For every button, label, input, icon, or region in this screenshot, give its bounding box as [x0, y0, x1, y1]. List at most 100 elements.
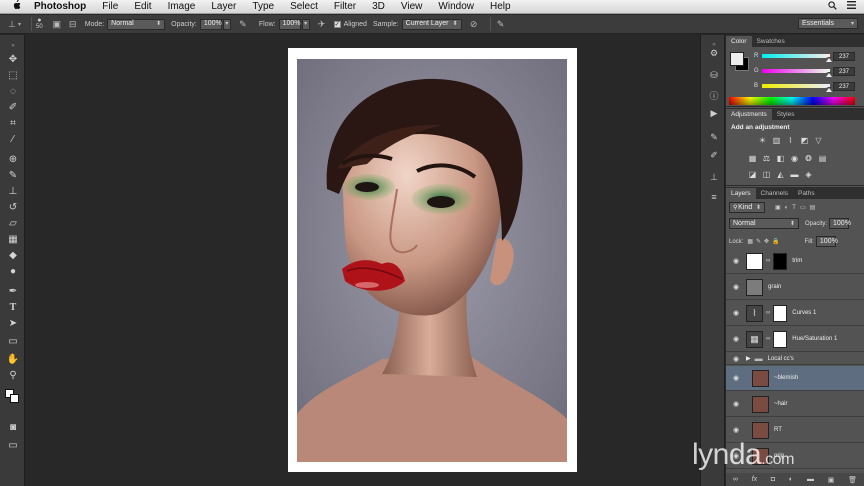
rectangle-tool-icon[interactable]: ▭	[5, 335, 21, 348]
levels-icon[interactable]: ▥	[772, 136, 781, 145]
tab-paths[interactable]: Paths	[793, 188, 820, 199]
black-white-icon[interactable]: ◧	[776, 154, 785, 163]
menu-edit[interactable]: Edit	[126, 0, 159, 14]
link-layers-icon[interactable]: ∞	[733, 476, 738, 483]
layer-row[interactable]: ◉ ∞ trim	[726, 249, 864, 274]
foreground-color-swatch[interactable]	[730, 52, 744, 66]
mode-select[interactable]: Normal ⬍	[107, 18, 166, 30]
blue-channel-value[interactable]: 237	[833, 81, 855, 91]
brush-size-picker[interactable]: ● 50	[36, 17, 43, 31]
flow-input[interactable]: 100%	[278, 18, 301, 30]
menu-3d[interactable]: 3D	[364, 0, 393, 14]
clone-source-icon[interactable]: ⊥	[707, 171, 721, 183]
tab-adjustments[interactable]: Adjustments	[726, 109, 772, 120]
blur-tool-icon[interactable]: ◆	[5, 249, 21, 262]
blue-channel-slider[interactable]	[762, 84, 833, 92]
ignore-adjustment-layers-icon[interactable]: ⊘	[468, 18, 480, 30]
layer-filter-select[interactable]: ⚲ Kind ⬍	[729, 202, 765, 213]
dodge-tool-icon[interactable]: ●	[5, 265, 21, 278]
color-spectrum-ramp[interactable]	[729, 97, 855, 105]
filter-type-icons[interactable]: ▣◐T▭▤	[775, 204, 819, 211]
layer-row[interactable]: ◉ ⌇ ∞ Curves 1	[726, 301, 864, 326]
green-channel-value[interactable]: 237	[833, 66, 855, 76]
layer-row[interactable]: ◉ grain	[726, 275, 864, 300]
visibility-eye-icon[interactable]: ◉	[730, 257, 742, 265]
actions-play-icon[interactable]: ▶	[707, 107, 721, 119]
layer-row-selected[interactable]: ◉ ~blemish	[726, 366, 864, 391]
visibility-eye-icon[interactable]: ◉	[730, 426, 742, 434]
brightness-contrast-icon[interactable]: ☀	[758, 136, 767, 145]
slider-thumb-icon[interactable]	[826, 87, 833, 92]
spotlight-search-icon[interactable]	[828, 0, 837, 13]
eyedropper-tool-icon[interactable]: ⁄	[5, 133, 21, 146]
healing-brush-tool-icon[interactable]: ⊕	[5, 153, 21, 166]
layer-mask-thumbnail[interactable]	[773, 330, 788, 348]
tool-presets-icon[interactable]: ⚙	[707, 47, 721, 59]
visibility-eye-icon[interactable]: ◉	[730, 309, 742, 317]
slider-thumb-icon[interactable]	[826, 57, 833, 62]
swap-colors-icon[interactable]	[5, 389, 21, 403]
visibility-eye-icon[interactable]: ◉	[730, 335, 742, 343]
green-channel-slider[interactable]	[762, 69, 833, 77]
fx-icon[interactable]: fx	[752, 476, 757, 483]
tab-swatches[interactable]: Swatches	[752, 36, 790, 47]
layer-row[interactable]: ◉ ~hair	[726, 392, 864, 417]
menu-select[interactable]: Select	[282, 0, 326, 14]
layer-group-row[interactable]: ◉ ▶ ▬ Local cc's	[726, 353, 864, 365]
quick-mask-icon[interactable]: ◙	[5, 421, 21, 434]
clone-source-panel-icon[interactable]: ⊟	[67, 18, 79, 30]
red-channel-slider[interactable]	[762, 54, 833, 62]
selective-color-icon[interactable]: ◈	[804, 170, 813, 179]
new-group-icon[interactable]: ▬	[807, 476, 814, 483]
blend-mode-select[interactable]: Normal ⬍	[729, 218, 799, 229]
pressure-size-icon[interactable]: ✎	[495, 18, 507, 30]
trash-icon[interactable]: 🗑	[848, 476, 857, 484]
path-selection-tool-icon[interactable]: ➤	[5, 317, 21, 330]
hand-tool-icon[interactable]: ✋	[5, 353, 21, 366]
new-adjustment-icon[interactable]: ◐	[789, 476, 793, 483]
fill-input[interactable]: 100%	[815, 236, 838, 247]
airbrush-icon[interactable]: ✈	[316, 18, 328, 30]
sample-select[interactable]: Current Layer ⬍	[401, 18, 462, 30]
brush-tool-icon[interactable]: ✎	[5, 169, 21, 182]
slider-thumb-icon[interactable]	[826, 72, 833, 77]
layer-row[interactable]: ◉ ▦ ∞ Hue/Saturation 1	[726, 327, 864, 352]
posterize-icon[interactable]: ◫	[762, 170, 771, 179]
opacity-slider-toggle[interactable]: ▾	[222, 18, 231, 30]
invert-icon[interactable]: ◪	[748, 170, 757, 179]
menu-filter[interactable]: Filter	[326, 0, 364, 14]
character-panel-icon[interactable]: ≡	[707, 191, 721, 203]
screen-mode-icon[interactable]: ▭	[5, 439, 21, 452]
tab-channels[interactable]: Channels	[756, 188, 793, 199]
zoom-tool-icon[interactable]: ⚲	[5, 369, 21, 382]
aligned-checkbox[interactable]: ✓ Aligned	[333, 20, 367, 28]
disclosure-triangle-icon[interactable]: ▶	[746, 355, 751, 362]
pressure-opacity-icon[interactable]: ✎	[237, 18, 249, 30]
clone-stamp-tool-icon[interactable]: ⊥	[5, 185, 21, 198]
menu-window[interactable]: Window	[430, 0, 482, 14]
brush-panel-icon[interactable]: ✐	[707, 149, 721, 161]
brush-panel-toggle-icon[interactable]: ▣	[51, 18, 63, 30]
photo-filter-icon[interactable]: ◉	[790, 154, 799, 163]
marquee-tool-icon[interactable]: ⬚	[5, 69, 21, 82]
tab-color[interactable]: Color	[726, 36, 752, 47]
menu-image[interactable]: Image	[160, 0, 204, 14]
crop-tool-icon[interactable]: ⌗	[5, 117, 21, 130]
quick-selection-tool-icon[interactable]: ✐	[5, 101, 21, 114]
new-layer-icon[interactable]: ▣	[828, 476, 835, 484]
history-brush-tool-icon[interactable]: ↺	[5, 201, 21, 214]
move-tool-icon[interactable]: ✥	[5, 53, 21, 66]
collapse-tools-icon[interactable]: »	[5, 39, 21, 52]
type-tool-icon[interactable]: T	[5, 301, 21, 314]
add-mask-icon[interactable]: ◘	[771, 476, 775, 483]
eraser-tool-icon[interactable]: ▱	[5, 217, 21, 230]
color-balance-icon[interactable]: ⚖	[762, 154, 771, 163]
visibility-eye-icon[interactable]: ◉	[730, 400, 742, 408]
tab-layers[interactable]: Layers	[726, 188, 756, 199]
flow-slider-toggle[interactable]: ▾	[301, 18, 310, 30]
exposure-icon[interactable]: ◩	[800, 136, 809, 145]
threshold-icon[interactable]: ◭	[776, 170, 785, 179]
list-menu-icon[interactable]	[847, 1, 856, 12]
hue-saturation-icon[interactable]: ▦	[748, 154, 757, 163]
gradient-tool-icon[interactable]: ▦	[5, 233, 21, 246]
